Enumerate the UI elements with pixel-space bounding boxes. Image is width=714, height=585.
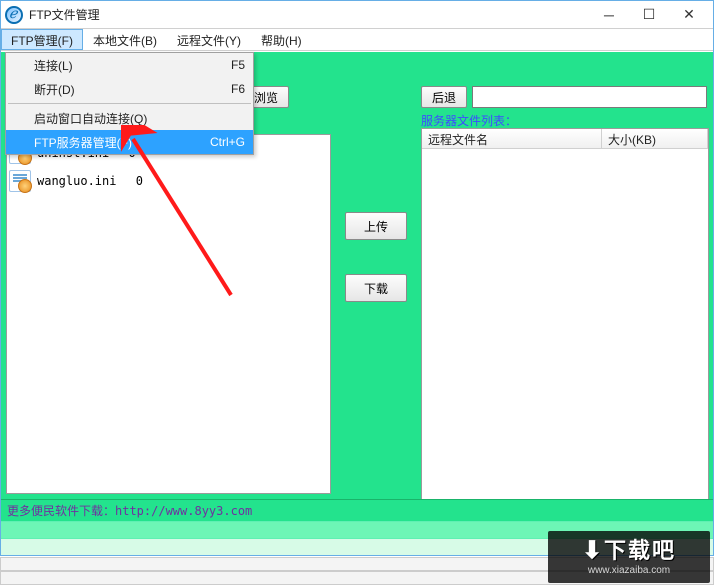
menu-label: 连接(L) xyxy=(34,57,73,74)
col-remote-name[interactable]: 远程文件名 xyxy=(422,129,602,148)
close-button[interactable]: ✕ xyxy=(669,1,709,29)
menu-shortcut: F5 xyxy=(211,58,245,72)
menu-help[interactable]: 帮助(H) xyxy=(251,29,312,50)
menu-separator xyxy=(8,103,251,104)
file-name: wangluo.ini xyxy=(37,174,116,188)
app-window: FTP文件管理 ─ ☐ ✕ FTP管理(F) 本地文件(B) 远程文件(Y) 帮… xyxy=(0,0,714,556)
upload-button[interactable]: 上传 xyxy=(345,212,407,240)
status-text: 更多便民软件下载：http://www.8yy3.com xyxy=(1,500,713,521)
watermark: ⬇下载吧 www.xiazaiba.com xyxy=(548,531,710,583)
menu-disconnect[interactable]: 断开(D) F6 xyxy=(6,77,253,101)
titlebar: FTP文件管理 ─ ☐ ✕ xyxy=(1,1,713,29)
menu-server-manage[interactable]: FTP服务器管理(F) Ctrl+G xyxy=(6,130,253,154)
col-remote-size[interactable]: 大小(KB) xyxy=(602,129,708,148)
menu-remote[interactable]: 远程文件(Y) xyxy=(167,29,251,50)
ftp-menu-dropdown: 连接(L) F5 断开(D) F6 启动窗口自动连接(Q) FTP服务器管理(F… xyxy=(5,52,254,155)
right-toolbar: 后退 xyxy=(421,86,707,108)
menu-shortcut: F6 xyxy=(211,82,245,96)
remote-columns: 远程文件名 大小(KB) xyxy=(422,129,708,149)
local-file-panel: uninst.ini 0 wangluo.ini 0 xyxy=(6,134,331,494)
menu-ftp[interactable]: FTP管理(F) xyxy=(1,29,83,50)
transfer-buttons: 上传 下载 xyxy=(345,212,407,302)
menu-connect[interactable]: 连接(L) F5 xyxy=(6,53,253,77)
download-button[interactable]: 下载 xyxy=(345,274,407,302)
menu-label: 断开(D) xyxy=(34,81,75,98)
minimize-button[interactable]: ─ xyxy=(589,1,629,29)
window-title: FTP文件管理 xyxy=(29,6,100,23)
watermark-url: www.xiazaiba.com xyxy=(588,565,670,576)
menu-autoconnect[interactable]: 启动窗口自动连接(Q) xyxy=(6,106,253,130)
download-arrow-icon: ⬇ xyxy=(582,537,604,564)
file-size: 0 xyxy=(136,174,143,188)
menubar: FTP管理(F) 本地文件(B) 远程文件(Y) 帮助(H) xyxy=(1,29,713,51)
remote-file-panel: 远程文件名 大小(KB) xyxy=(421,128,709,506)
window-controls: ─ ☐ ✕ xyxy=(589,1,709,29)
app-icon xyxy=(5,6,23,24)
menu-shortcut: Ctrl+G xyxy=(190,135,245,149)
menu-label: FTP服务器管理(F) xyxy=(34,134,132,151)
menu-local[interactable]: 本地文件(B) xyxy=(83,29,167,50)
list-item[interactable]: wangluo.ini 0 xyxy=(9,167,328,195)
menu-label: 启动窗口自动连接(Q) xyxy=(34,110,147,127)
back-button[interactable]: 后退 xyxy=(421,86,467,108)
watermark-brand: ⬇下载吧 xyxy=(582,539,676,563)
server-list-label: 服务器文件列表： xyxy=(421,112,517,129)
ini-file-icon xyxy=(9,170,31,192)
remote-path-input[interactable] xyxy=(472,86,707,108)
maximize-button[interactable]: ☐ xyxy=(629,1,669,29)
